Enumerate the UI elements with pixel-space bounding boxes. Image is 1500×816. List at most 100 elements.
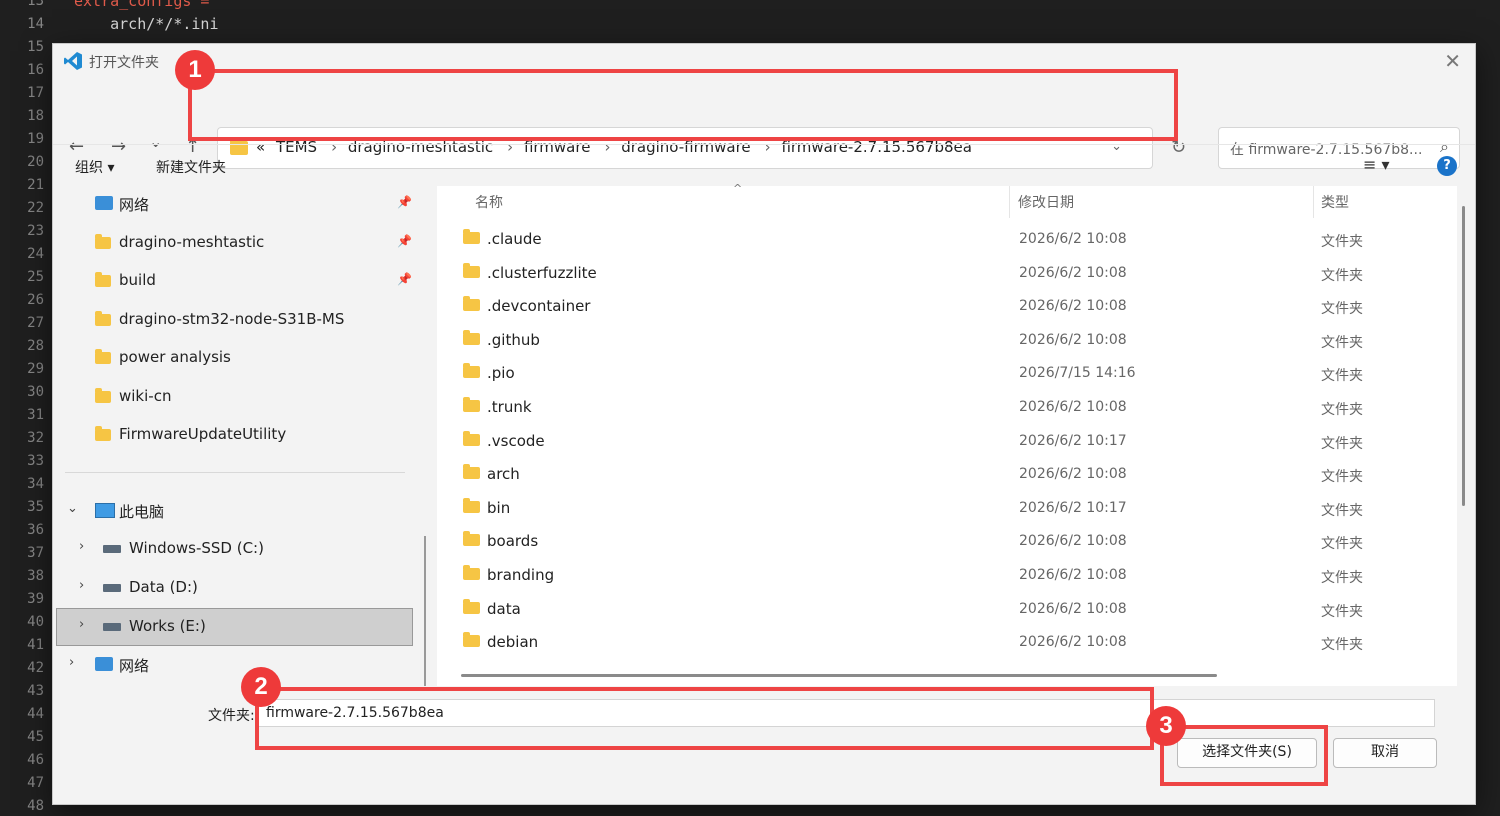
file-row[interactable]: arch 2026/6/2 10:08 文件夹 — [447, 458, 1447, 492]
network-icon — [95, 657, 113, 671]
vscode-icon — [64, 52, 82, 70]
line-number: 41 — [27, 637, 44, 653]
file-row[interactable]: branding 2026/6/2 10:08 文件夹 — [447, 559, 1447, 593]
sidebar-item-label: dragino-meshtastic — [119, 232, 265, 251]
sidebar-item[interactable]: FirmwareUpdateUtility — [57, 417, 413, 453]
file-row[interactable]: debian 2026/6/2 10:08 文件夹 — [447, 626, 1447, 660]
line-number: 24 — [27, 246, 44, 262]
chevron-right-icon[interactable]: › — [79, 539, 84, 554]
navigation-pane: 网络 📌 dragino-meshtastic 📌 build 📌 dragino-stm3… — [53, 186, 427, 786]
sidebar-item-drive[interactable]: › Works (E:) — [56, 608, 413, 646]
column-divider[interactable] — [1009, 186, 1010, 218]
file-row[interactable]: .trunk 2026/6/2 10:08 文件夹 — [447, 391, 1447, 425]
folder-icon — [463, 598, 480, 614]
annotation-marker-3: 3 — [1146, 706, 1186, 746]
sidebar-item-drive[interactable]: › Data (D:) — [57, 570, 413, 606]
folder-icon — [463, 296, 480, 312]
sort-ascending-icon: ^ — [733, 182, 743, 195]
file-type: 文件夹 — [1321, 469, 1363, 486]
folder-icon — [463, 363, 480, 379]
file-row[interactable]: .devcontainer 2026/6/2 10:08 文件夹 — [447, 290, 1447, 324]
sidebar-item[interactable]: 网络 📌 — [57, 186, 413, 222]
sidebar-item-this-pc[interactable]: ⌄ 此电脑 — [57, 493, 413, 529]
folder-icon — [95, 349, 111, 364]
sidebar-item-network[interactable]: › 网络 — [57, 647, 413, 683]
new-folder-button[interactable]: 新建文件夹 — [156, 157, 226, 177]
file-date: 2026/6/2 10:08 — [1019, 567, 1127, 583]
file-date: 2026/6/2 10:08 — [1019, 533, 1127, 550]
file-type: 文件夹 — [1321, 334, 1363, 351]
dialog-title: 打开文件夹 — [89, 55, 159, 71]
folder-icon — [95, 310, 111, 326]
sidebar-item-label: 此电脑 — [119, 503, 165, 521]
close-icon[interactable]: ✕ — [1444, 49, 1461, 73]
file-date: 2026/6/2 10:17 — [1019, 432, 1127, 449]
file-name: .trunk — [487, 398, 532, 416]
file-type: 文件夹 — [1321, 267, 1363, 284]
file-row[interactable]: .pio 2026/7/15 14:16 文件夹 — [447, 357, 1447, 391]
chevron-down-icon[interactable]: ⌄ — [67, 501, 78, 516]
sidebar-item[interactable]: power analysis — [57, 340, 413, 376]
pin-icon[interactable]: 📌 — [397, 195, 412, 209]
file-row[interactable]: .vscode 2026/6/2 10:17 文件夹 — [447, 425, 1447, 459]
drive-icon — [103, 545, 121, 553]
folder-icon — [463, 464, 480, 480]
line-number: 46 — [27, 752, 44, 768]
sidebar-item[interactable]: dragino-meshtastic 📌 — [57, 225, 413, 261]
file-row[interactable]: bin 2026/6/2 10:17 文件夹 — [447, 492, 1447, 526]
column-divider[interactable] — [1313, 186, 1314, 218]
view-options-icon[interactable]: ≡ ▾ — [1363, 155, 1390, 174]
line-number: 30 — [27, 384, 44, 400]
file-name: boards — [487, 532, 539, 551]
line-number: 40 — [27, 614, 44, 630]
pin-icon[interactable]: 📌 — [397, 272, 412, 286]
sidebar-item-label: Windows-SSD (C:) — [129, 539, 264, 557]
folder-icon — [95, 426, 111, 441]
file-date: 2026/6/2 10:08 — [1019, 331, 1127, 348]
file-name: .vscode — [487, 431, 545, 450]
file-row[interactable]: .claude 2026/6/2 10:08 文件夹 — [447, 223, 1447, 257]
folder-icon — [463, 497, 480, 513]
file-row[interactable]: data 2026/6/2 10:08 文件夹 — [447, 593, 1447, 627]
column-header-date[interactable]: 修改日期 — [1018, 192, 1074, 212]
drive-icon — [103, 583, 121, 592]
drive-icon — [103, 623, 121, 631]
help-icon[interactable]: ? — [1437, 156, 1457, 176]
cancel-button[interactable]: 取消 — [1333, 738, 1437, 768]
file-row[interactable]: boards 2026/6/2 10:08 文件夹 — [447, 525, 1447, 559]
line-number: 33 — [27, 453, 44, 469]
sidebar-item-drive[interactable]: › Windows-SSD (C:) — [57, 531, 413, 567]
sidebar-item[interactable]: build 📌 — [57, 263, 413, 299]
file-row[interactable]: .clusterfuzzlite 2026/6/2 10:08 文件夹 — [447, 257, 1447, 291]
line-number: 47 — [27, 775, 44, 791]
file-list: ^ 名称 修改日期 类型 .claude 2026/6/2 10:08 文件夹 .cl… — [437, 182, 1465, 686]
chevron-right-icon[interactable]: › — [69, 655, 74, 670]
file-type: 文件夹 — [1321, 637, 1363, 654]
sidebar-item[interactable]: wiki-cn — [57, 379, 413, 415]
vertical-scrollbar[interactable] — [1462, 206, 1465, 506]
line-number: 39 — [27, 591, 44, 607]
chevron-right-icon[interactable]: › — [79, 617, 84, 632]
organize-menu-button[interactable]: 组织 ▾ — [75, 157, 114, 177]
line-number: 18 — [27, 108, 44, 124]
folder-icon — [95, 272, 111, 287]
line-number: 36 — [27, 522, 44, 538]
line-number: 14 — [27, 16, 44, 32]
file-name: .devcontainer — [487, 297, 591, 316]
folder-icon — [463, 397, 480, 412]
column-header-name[interactable]: 名称 — [475, 192, 503, 212]
line-number: 17 — [27, 85, 44, 101]
file-row[interactable]: .github 2026/6/2 10:08 文件夹 — [447, 324, 1447, 358]
file-name: debian — [487, 633, 539, 652]
chevron-right-icon[interactable]: › — [79, 578, 84, 593]
line-number: 15 — [27, 39, 44, 55]
pin-icon[interactable]: 📌 — [397, 234, 412, 248]
sidebar-item-label: power analysis — [119, 348, 231, 366]
horizontal-scrollbar[interactable] — [461, 674, 1217, 677]
line-number: 13 — [27, 0, 44, 9]
column-header-type[interactable]: 类型 — [1321, 192, 1349, 212]
sidebar-item[interactable]: dragino-stm32-node-S31B-MS — [57, 302, 413, 338]
line-number: 26 — [27, 292, 44, 308]
file-date: 2026/6/2 10:08 — [1019, 399, 1127, 415]
folder-icon — [463, 632, 480, 648]
